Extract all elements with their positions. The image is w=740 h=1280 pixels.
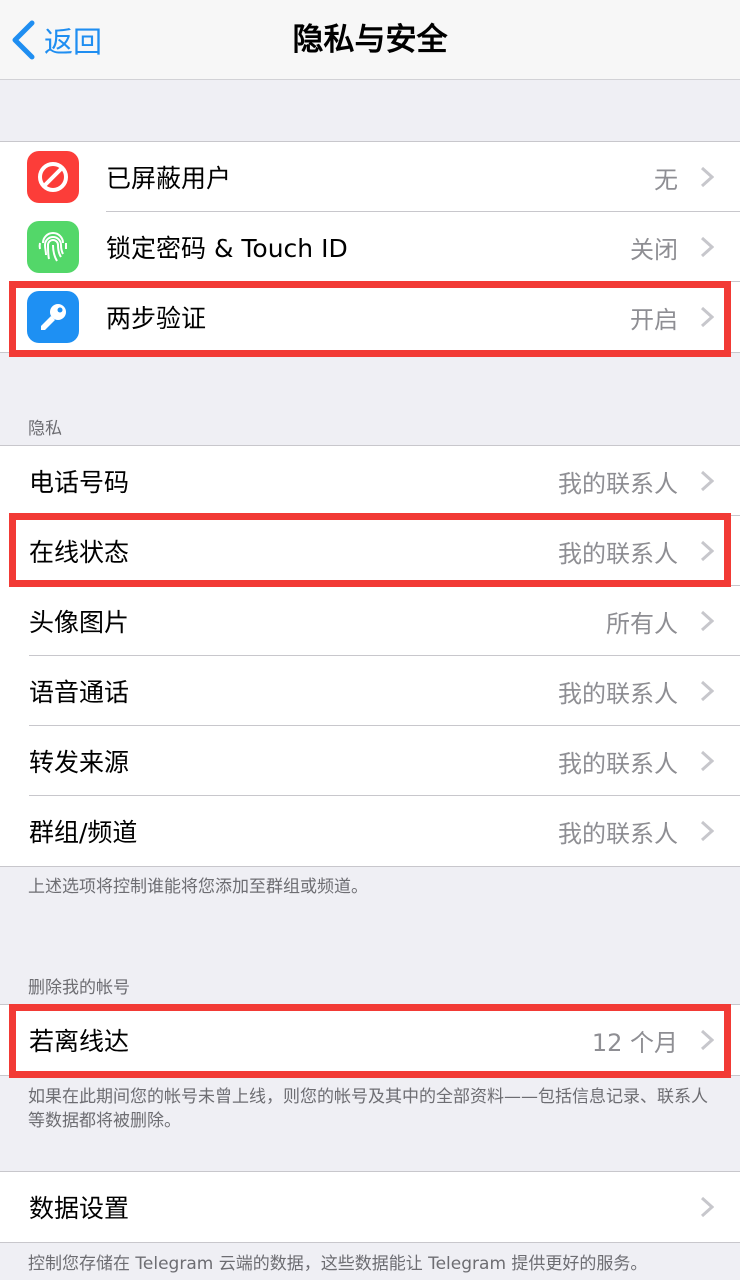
chevron-right-icon — [700, 306, 714, 328]
if-away-for-row[interactable]: 若离线达 12 个月 — [0, 1005, 740, 1075]
data-settings-row[interactable]: 数据设置 — [0, 1172, 740, 1242]
voice-calls-row[interactable]: 语音通话 我的联系人 — [0, 656, 740, 726]
chevron-right-icon — [700, 750, 714, 772]
phone-number-label: 电话号码 — [29, 468, 130, 497]
chevron-right-icon — [700, 680, 714, 702]
online-status-row[interactable]: 在线状态 我的联系人 — [0, 516, 740, 586]
two-step-verification-row[interactable]: 两步验证 开启 — [0, 282, 740, 352]
chevron-right-icon — [700, 540, 714, 562]
privacy-header: 隐私 — [28, 419, 62, 439]
privacy-footnote: 上述选项将控制谁能将您添加至群组或频道。 — [28, 877, 368, 897]
chevron-right-icon — [700, 1196, 714, 1218]
security-group: 已屏蔽用户 无 锁定密码 & Touch ID 关闭 两步验证 开启 — [0, 141, 740, 353]
passcode-label: 锁定密码 & Touch ID — [106, 234, 348, 263]
chevron-right-icon — [700, 610, 714, 632]
groups-channels-label: 群组/频道 — [29, 818, 138, 847]
groups-channels-row[interactable]: 群组/频道 我的联系人 — [0, 796, 740, 866]
delete-account-header: 删除我的帐号 — [28, 978, 130, 998]
profile-photo-value: 所有人 — [606, 609, 678, 638]
data-settings-footnote: 控制您存储在 Telegram 云端的数据，这些数据能让 Telegram 提供… — [28, 1254, 648, 1274]
online-status-label: 在线状态 — [29, 538, 130, 567]
key-icon — [27, 291, 79, 343]
chevron-right-icon — [700, 1029, 714, 1051]
if-away-for-value: 12 个月 — [591, 1028, 678, 1057]
chevron-right-icon — [700, 470, 714, 492]
voice-calls-value: 我的联系人 — [558, 679, 678, 708]
privacy-group: 电话号码 我的联系人 在线状态 我的联系人 头像图片 所有人 语音通话 我的联系… — [0, 445, 740, 867]
phone-number-row[interactable]: 电话号码 我的联系人 — [0, 446, 740, 516]
delete-account-footnote: 如果在此期间您的帐号未曾上线，则您的帐号及其中的全部资料——包括信息记录、联系人… — [28, 1087, 708, 1131]
voice-calls-label: 语音通话 — [29, 678, 130, 707]
two-step-label: 两步验证 — [106, 304, 207, 333]
groups-channels-value: 我的联系人 — [558, 819, 678, 848]
profile-photo-label: 头像图片 — [29, 608, 130, 637]
navigation-bar: 返回 隐私与安全 — [0, 0, 740, 80]
data-settings-group: 数据设置 — [0, 1171, 740, 1243]
chevron-right-icon — [700, 166, 714, 188]
fingerprint-icon — [27, 221, 79, 273]
forwarded-from-row[interactable]: 转发来源 我的联系人 — [0, 726, 740, 796]
chevron-right-icon — [700, 820, 714, 842]
blocked-users-row[interactable]: 已屏蔽用户 无 — [0, 142, 740, 212]
blocked-icon — [27, 151, 79, 203]
forwarded-from-value: 我的联系人 — [558, 749, 678, 778]
passcode-touchid-row[interactable]: 锁定密码 & Touch ID 关闭 — [0, 212, 740, 282]
phone-number-value: 我的联系人 — [558, 469, 678, 498]
data-settings-label: 数据设置 — [29, 1194, 130, 1223]
if-away-for-label: 若离线达 — [29, 1027, 130, 1056]
blocked-users-value: 无 — [654, 165, 678, 194]
forwarded-from-label: 转发来源 — [29, 748, 130, 777]
passcode-value: 关闭 — [630, 235, 678, 264]
online-status-value: 我的联系人 — [558, 539, 678, 568]
chevron-right-icon — [700, 236, 714, 258]
delete-account-group: 若离线达 12 个月 — [0, 1004, 740, 1076]
profile-photo-row[interactable]: 头像图片 所有人 — [0, 586, 740, 656]
two-step-value: 开启 — [630, 305, 678, 334]
blocked-users-label: 已屏蔽用户 — [106, 164, 232, 193]
page-title: 隐私与安全 — [292, 22, 448, 58]
